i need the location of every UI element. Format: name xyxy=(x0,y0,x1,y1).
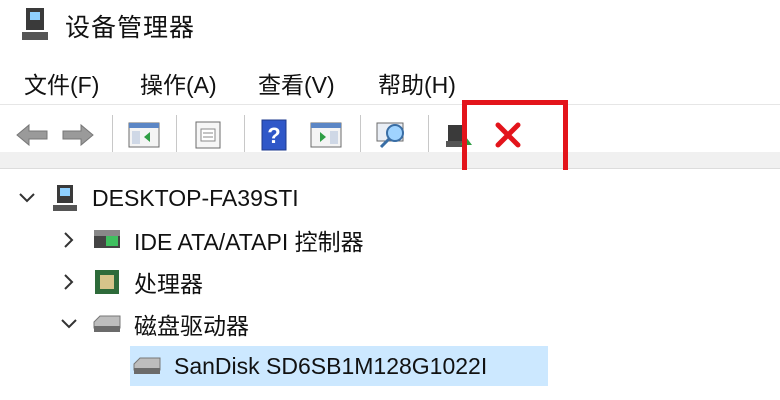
computer-icon xyxy=(50,183,80,213)
device-tree: DESKTOP-FA39STI IDE ATA/ATAPI 控制器 处理器 磁盘… xyxy=(0,170,780,400)
chevron-right-icon[interactable] xyxy=(60,273,78,291)
title-bar: 设备管理器 xyxy=(0,0,780,54)
help-icon[interactable]: ? xyxy=(256,117,292,153)
highlight-box xyxy=(462,100,568,180)
tree-item-label: 磁盘驱动器 xyxy=(134,313,249,339)
menu-bar: 文件(F) 操作(A) 查看(V) 帮助(H) xyxy=(0,58,780,102)
svg-text:?: ? xyxy=(267,123,280,148)
window-title: 设备管理器 xyxy=(65,14,196,42)
toolbar-separator xyxy=(244,115,245,155)
disk-icon xyxy=(132,351,162,381)
toolbar-bottom-strip xyxy=(0,152,780,169)
toolbar-separator xyxy=(176,115,177,155)
ide-controller-icon xyxy=(92,225,122,255)
chevron-right-icon[interactable] xyxy=(60,231,78,249)
tree-item-label: IDE ATA/ATAPI 控制器 xyxy=(134,229,364,255)
tree-item-label: 处理器 xyxy=(134,271,203,297)
tree-item-ide-ata[interactable]: IDE ATA/ATAPI 控制器 xyxy=(60,220,364,260)
disk-drive-icon xyxy=(92,309,122,339)
toolbar-separator xyxy=(112,115,113,155)
show-hide-tree-icon[interactable] xyxy=(126,117,162,153)
properties-icon[interactable] xyxy=(190,117,226,153)
tree-item-label: SanDisk SD6SB1M128G1022I xyxy=(174,352,488,379)
processor-icon xyxy=(92,267,122,297)
tree-root-label: DESKTOP-FA39STI xyxy=(92,184,299,211)
menu-action[interactable]: 操作(A) xyxy=(140,66,217,100)
menu-view[interactable]: 查看(V) xyxy=(258,66,335,100)
toolbar-separator xyxy=(428,115,429,155)
menu-help[interactable]: 帮助(H) xyxy=(378,66,456,100)
back-arrow-icon[interactable] xyxy=(14,117,50,153)
toolbar-separator xyxy=(360,115,361,155)
tree-root[interactable]: DESKTOP-FA39STI xyxy=(18,178,299,218)
tree-item-processor[interactable]: 处理器 xyxy=(60,262,203,302)
action-pane-icon[interactable] xyxy=(308,117,344,153)
scan-hardware-icon[interactable] xyxy=(374,117,410,153)
device-manager-icon xyxy=(20,6,50,42)
chevron-down-icon[interactable] xyxy=(18,189,36,207)
forward-arrow-icon[interactable] xyxy=(60,117,96,153)
tree-item-sandisk[interactable]: SanDisk SD6SB1M128G1022I xyxy=(118,346,487,386)
chevron-down-icon[interactable] xyxy=(60,315,78,333)
menu-file[interactable]: 文件(F) xyxy=(24,66,99,100)
tree-item-disk-drives[interactable]: 磁盘驱动器 xyxy=(60,304,249,344)
